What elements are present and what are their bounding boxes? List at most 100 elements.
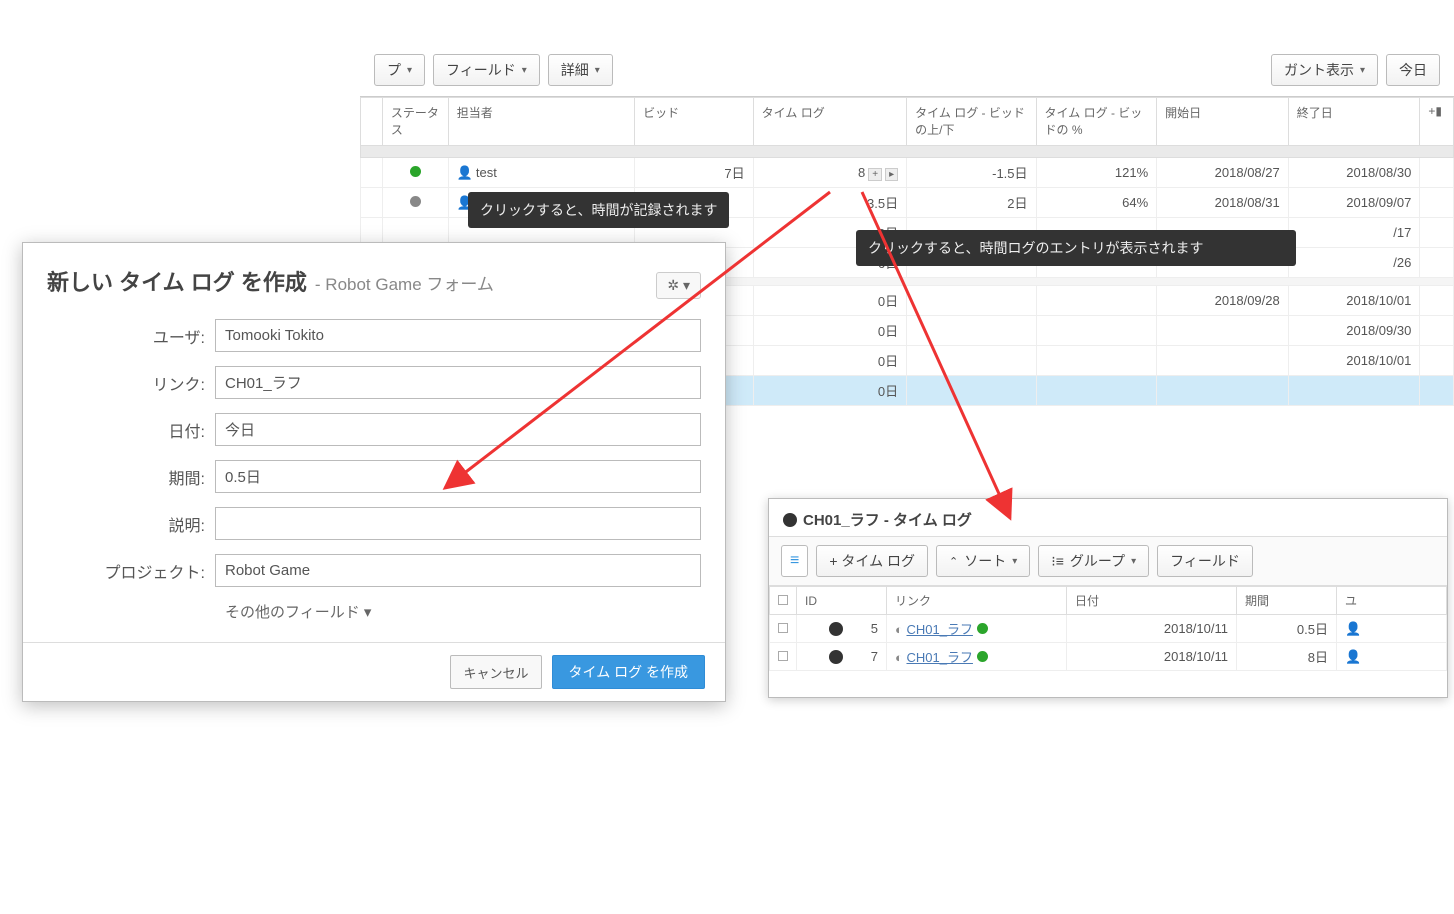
gear-icon: ✲	[667, 277, 679, 293]
col-status[interactable]: ステータス	[382, 98, 448, 146]
caret-icon: ▾	[1360, 65, 1365, 76]
col-pct[interactable]: タイム ログ - ビッドの %	[1036, 98, 1157, 146]
cancel-button[interactable]: キャンセル	[450, 655, 541, 689]
end-value: 2018/09/07	[1288, 188, 1420, 218]
main-toolbar: プ▾ フィールド▾ 詳細▾ ガント表示▾ 今日	[360, 44, 1454, 97]
timelog-value: 0日	[753, 286, 907, 316]
subpanel-header: CH01_ラフ - タイム ログ	[769, 499, 1447, 536]
group-label: プ	[387, 60, 401, 80]
modal-footer: キャンセル タイム ログ を作成	[23, 642, 725, 701]
caret-icon: ▾	[1131, 556, 1136, 567]
add-time-icon[interactable]: +	[868, 168, 882, 181]
sort-icon: ⌃	[949, 555, 958, 568]
table-row[interactable]: 7 ◐ CH01_ラフ 2018/10/11 8日 👤	[770, 643, 1447, 671]
more-fields-toggle[interactable]: その他のフィールド ▾	[225, 601, 701, 622]
duration-value: 0.5日	[1237, 615, 1337, 643]
end-value: 2018/09/30	[1288, 316, 1420, 346]
gear-button[interactable]: ✲ ▾	[656, 272, 701, 299]
clock-icon	[783, 513, 797, 527]
status-indicator-icon	[410, 166, 421, 177]
group-dropdown[interactable]: プ▾	[374, 54, 425, 86]
subpanel-toolbar: ≡ + タイム ログ ⌃ ソート ▾ ⁝≡ グループ ▾ フィールド	[769, 536, 1447, 586]
group-dropdown[interactable]: ⁝≡ グループ ▾	[1038, 545, 1149, 577]
submit-button[interactable]: タイム ログ を作成	[552, 655, 706, 689]
col-id[interactable]: ID	[797, 587, 887, 615]
detail-label: 詳細	[561, 60, 589, 80]
hamburger-icon: ≡	[790, 552, 799, 569]
caret-icon: ▾	[522, 65, 527, 76]
bid-value: 7日	[635, 158, 753, 188]
subpanel-title: CH01_ラフ - タイム ログ	[803, 509, 972, 530]
add-column-button[interactable]: +▮	[1420, 98, 1454, 146]
clock-icon	[829, 622, 843, 636]
timelog-value: 0日	[753, 376, 907, 406]
project-label: プロジェクト:	[47, 559, 215, 583]
detail-dropdown[interactable]: 詳細 ▾	[548, 54, 613, 86]
user-label: ユーザ:	[47, 324, 215, 348]
timelog-detail-panel: CH01_ラフ - タイム ログ ≡ + タイム ログ ⌃ ソート ▾ ⁝≡ グル…	[768, 498, 1448, 698]
link-value[interactable]: CH01_ラフ	[906, 622, 972, 637]
group-icon: ⁝≡	[1051, 553, 1064, 570]
expand-time-icon[interactable]: ▸	[885, 168, 898, 181]
diff-value: -1.5日	[907, 158, 1036, 188]
status-indicator-icon	[410, 196, 421, 207]
link-status-icon: ◐	[895, 650, 903, 665]
menu-button[interactable]: ≡	[781, 545, 808, 577]
timelog-value: 3.5日	[753, 188, 907, 218]
add-timelog-button[interactable]: + タイム ログ	[816, 545, 928, 577]
date-value: 2018/10/11	[1067, 615, 1237, 643]
table-row[interactable]: 👤test 7日 8+▸ -1.5日 121% 2018/08/27 2018/…	[361, 158, 1454, 188]
create-timelog-modal: 新しい タイム ログ を作成 - Robot Game フォーム ✲ ▾ ユーザ…	[22, 242, 726, 702]
checkbox-all[interactable]	[778, 595, 788, 605]
row-checkbox[interactable]	[778, 651, 788, 661]
group-label: グループ	[1070, 551, 1125, 571]
today-label: 今日	[1399, 60, 1427, 80]
sort-dropdown[interactable]: ⌃ ソート ▾	[936, 545, 1030, 577]
today-button[interactable]: 今日	[1386, 54, 1440, 86]
date-value: 2018/10/11	[1067, 643, 1237, 671]
table-header-row: ID リンク 日付 期間 ユ	[770, 587, 1447, 615]
col-date[interactable]: 日付	[1067, 587, 1237, 615]
clock-icon	[829, 650, 843, 664]
duration-value: 8日	[1237, 643, 1337, 671]
col-link[interactable]: リンク	[887, 587, 1067, 615]
col-diff[interactable]: タイム ログ - ビッドの上/下	[907, 98, 1036, 146]
caret-icon: ▾	[683, 277, 690, 293]
gantt-dropdown[interactable]: ガント表示▾	[1271, 54, 1378, 86]
id-value: 5	[871, 621, 878, 636]
duration-label: 期間:	[47, 465, 215, 489]
col-assignee[interactable]: 担当者	[448, 98, 634, 146]
caret-icon: ▾	[1012, 556, 1017, 567]
end-value: 2018/10/01	[1288, 346, 1420, 376]
caret-icon: ▾	[407, 65, 412, 76]
project-field[interactable]	[215, 554, 701, 587]
col-duration[interactable]: 期間	[1237, 587, 1337, 615]
tooltip-view-entries: クリックすると、時間ログのエントリが表示されます	[856, 230, 1296, 266]
table-row[interactable]: 5 ◐ CH01_ラフ 2018/10/11 0.5日 👤	[770, 615, 1447, 643]
col-timelog[interactable]: タイム ログ	[753, 98, 907, 146]
user-field[interactable]	[215, 319, 701, 352]
col-start[interactable]: 開始日	[1157, 98, 1289, 146]
col-bid[interactable]: ビッド	[635, 98, 753, 146]
end-value: /26	[1288, 248, 1420, 278]
col-extra[interactable]: ユ	[1337, 587, 1447, 615]
end-value: 2018/10/01	[1288, 286, 1420, 316]
duration-field[interactable]	[215, 460, 701, 493]
timelog-table: ID リンク 日付 期間 ユ 5 ◐ CH01_ラフ 2018/10/11 0.…	[769, 586, 1447, 671]
link-value[interactable]: CH01_ラフ	[906, 650, 972, 665]
date-field[interactable]	[215, 413, 701, 446]
desc-field[interactable]	[215, 507, 701, 540]
caret-icon: ▾	[595, 65, 600, 76]
modal-header: 新しい タイム ログ を作成 - Robot Game フォーム ✲ ▾	[23, 243, 725, 309]
sort-label: ソート	[964, 551, 1006, 571]
timelog-value: 0日	[753, 346, 907, 376]
field-dropdown[interactable]: フィールド▾	[433, 54, 540, 86]
col-end[interactable]: 終了日	[1288, 98, 1420, 146]
id-value: 7	[871, 649, 878, 664]
row-checkbox[interactable]	[778, 623, 788, 633]
link-field[interactable]	[215, 366, 701, 399]
person-icon: 👤	[457, 165, 473, 180]
link-status-icon: ◐	[895, 622, 903, 637]
assignee-value: test	[476, 165, 497, 180]
field-dropdown[interactable]: フィールド	[1157, 545, 1253, 577]
